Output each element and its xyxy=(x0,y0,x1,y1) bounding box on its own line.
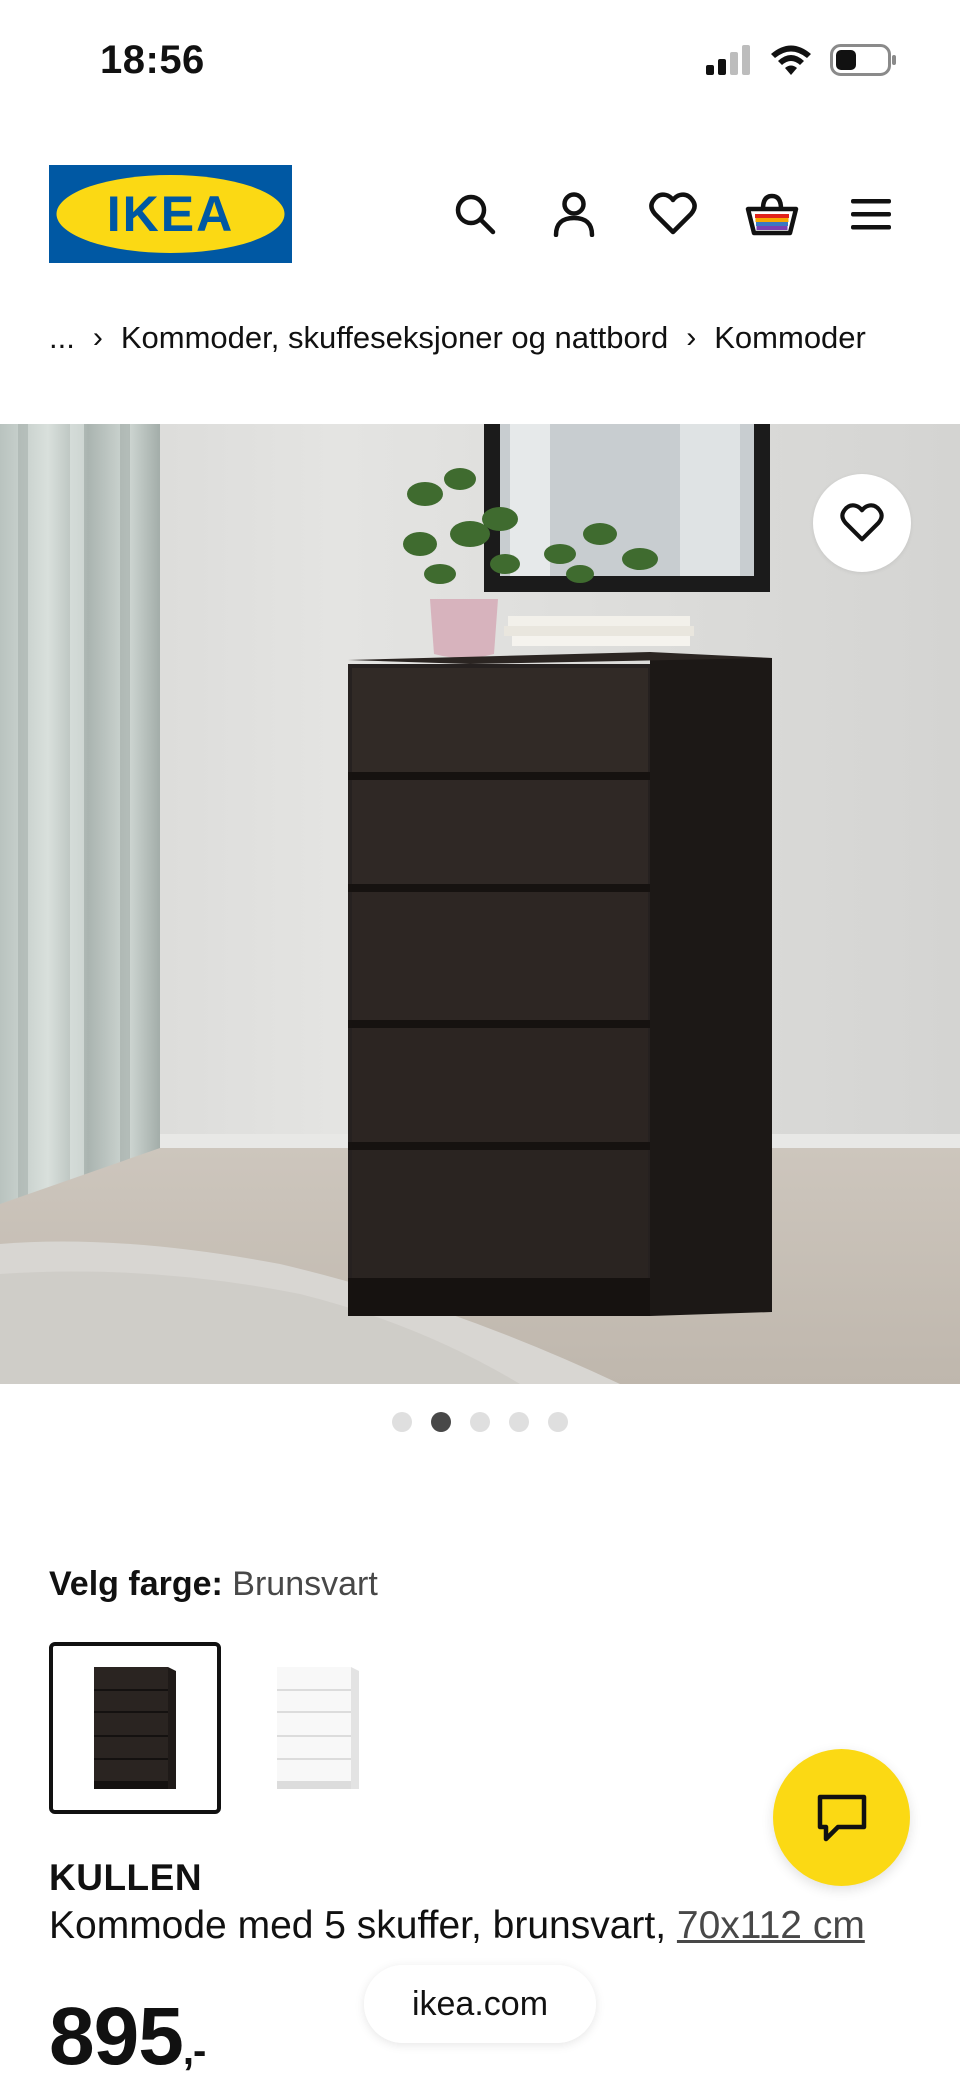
product-description-text: Kommode med 5 skuffer, brunsvart, xyxy=(49,1904,667,1947)
favorites-icon xyxy=(648,192,697,235)
carousel-dot[interactable] xyxy=(548,1412,568,1432)
ikea-logo[interactable]: IKEA xyxy=(49,165,292,263)
heart-icon xyxy=(840,503,884,542)
status-time: 18:56 xyxy=(100,38,205,82)
chat-icon xyxy=(817,1794,866,1841)
chevron-right-icon: › xyxy=(92,321,103,354)
account-icon xyxy=(553,192,594,237)
image-carousel-dots xyxy=(0,1412,960,1432)
chat-button[interactable] xyxy=(773,1749,910,1886)
signal-icon xyxy=(706,45,750,75)
cart-icon xyxy=(745,193,798,236)
product-price: 895,- xyxy=(49,1990,206,2078)
color-selector-label: Velg farge: Brunsvart xyxy=(49,1565,378,1604)
carousel-dot[interactable] xyxy=(470,1412,490,1432)
site-header: IKEA xyxy=(0,160,960,270)
product-description: Kommode med 5 skuffer, brunsvart, 70x112… xyxy=(49,1904,865,1948)
favorites-button[interactable] xyxy=(623,184,722,244)
carousel-dot[interactable] xyxy=(392,1412,412,1432)
account-button[interactable] xyxy=(524,184,623,244)
browser-url-bar[interactable]: ikea.com xyxy=(364,1965,596,2043)
breadcrumb: ... › Kommoder, skuffeseksjoner og nattb… xyxy=(49,320,866,356)
product-size-link[interactable]: 70x112 cm xyxy=(677,1904,865,1947)
battery-icon xyxy=(830,44,896,76)
selected-color-name: Brunsvart xyxy=(232,1565,378,1603)
dresser-thumbnail-hvit xyxy=(277,1667,359,1789)
cart-button[interactable] xyxy=(722,184,821,244)
header-nav xyxy=(425,184,920,244)
search-button[interactable] xyxy=(425,184,524,244)
carousel-dot-active[interactable] xyxy=(431,1412,451,1432)
wifi-icon xyxy=(771,45,811,75)
price-suffix: ,- xyxy=(182,2029,206,2073)
carousel-dot[interactable] xyxy=(509,1412,529,1432)
menu-icon xyxy=(850,199,891,230)
breadcrumb-item-kommoder[interactable]: Kommoder xyxy=(714,320,866,356)
add-to-favorites-button[interactable] xyxy=(813,474,911,572)
color-option-brunsvart[interactable] xyxy=(49,1642,221,1814)
chevron-right-icon: › xyxy=(686,321,697,354)
breadcrumb-ellipsis[interactable]: ... xyxy=(49,320,75,356)
menu-button[interactable] xyxy=(821,184,920,244)
product-image[interactable] xyxy=(0,424,960,1384)
dresser-thumbnail-brunsvart xyxy=(94,1667,176,1789)
breadcrumb-item-kommoder-skuffeseksjoner[interactable]: Kommoder, skuffeseksjoner og nattbord xyxy=(121,320,668,356)
search-icon xyxy=(455,194,495,235)
status-bar: 18:56 xyxy=(0,0,960,130)
logo-text: IKEA xyxy=(107,186,234,242)
status-icons xyxy=(706,44,898,76)
price-value: 895 xyxy=(49,1991,184,2078)
color-label-text: Velg farge: xyxy=(49,1565,223,1603)
color-option-hvit[interactable] xyxy=(232,1642,404,1814)
product-name: KULLEN xyxy=(49,1857,203,1898)
